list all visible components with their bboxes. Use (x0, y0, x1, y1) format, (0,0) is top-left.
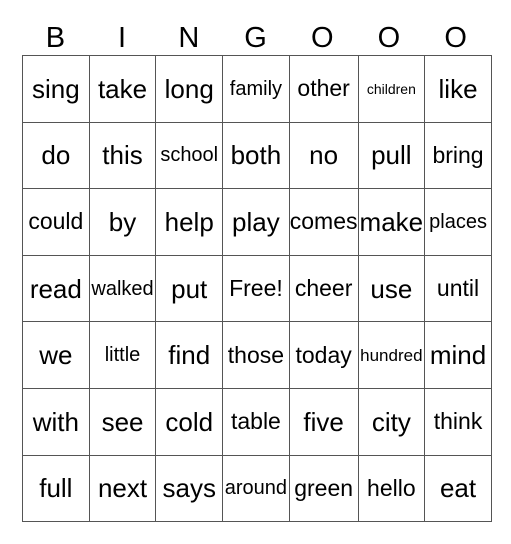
bingo-cell[interactable]: children (357, 55, 426, 123)
bingo-cell[interactable]: school (155, 121, 224, 190)
bingo-cell[interactable]: play (222, 188, 290, 256)
bingo-row: do this school both no pull bring (22, 121, 492, 190)
bingo-cell[interactable]: five (288, 387, 359, 456)
bingo-cell[interactable]: see (88, 387, 157, 456)
bingo-row: with see cold table five city think (22, 387, 492, 456)
bingo-cell[interactable]: eat (424, 454, 492, 523)
bingo-cell[interactable]: full (22, 454, 90, 523)
bingo-cell[interactable]: this (88, 121, 157, 190)
bingo-cell[interactable]: help (155, 188, 224, 256)
bingo-cell[interactable]: until (424, 254, 492, 323)
bingo-cell[interactable]: put (155, 254, 224, 323)
bingo-cell[interactable]: hello (357, 454, 426, 523)
bingo-cell[interactable]: table (222, 387, 290, 456)
bingo-cell[interactable]: mind (424, 321, 492, 389)
bingo-cell[interactable]: with (22, 387, 90, 456)
bingo-card: sing take long family other children like do thi… (22, 55, 492, 523)
bingo-cell[interactable]: cold (155, 387, 224, 456)
bingo-cell[interactable]: think (424, 387, 492, 456)
bingo-cell[interactable]: next (88, 454, 157, 523)
bingo-row: could by help play comes make places (22, 188, 492, 256)
bingo-cell[interactable]: city (357, 387, 426, 456)
header-letter: O (310, 22, 334, 54)
bingo-cell[interactable]: little (88, 321, 157, 389)
bingo-cell[interactable]: make (357, 188, 426, 256)
bingo-cell[interactable]: says (155, 454, 224, 523)
bingo-cell[interactable]: family (222, 55, 290, 123)
bingo-cell[interactable]: both (222, 121, 290, 190)
bingo-row: sing take long family other children like (22, 55, 492, 123)
bingo-cell[interactable]: by (88, 188, 157, 256)
bingo-cell[interactable]: cheer (288, 254, 359, 323)
bingo-cell[interactable]: walked (88, 254, 157, 323)
bingo-cell[interactable]: today (288, 321, 359, 389)
bingo-cell[interactable]: like (424, 55, 492, 123)
bingo-cell[interactable]: sing (22, 55, 90, 123)
header-letter: N (178, 22, 200, 54)
bingo-cell[interactable]: those (222, 321, 290, 389)
bingo-header: B I N G O O O (22, 22, 489, 55)
bingo-cell[interactable]: places (424, 188, 492, 256)
header-letter: G (244, 22, 267, 54)
free-space-cell[interactable]: Free! (222, 254, 290, 323)
header-letter: B (45, 22, 66, 54)
bingo-cell[interactable]: use (357, 254, 426, 323)
bingo-cell[interactable]: find (155, 321, 224, 389)
bingo-cell[interactable]: could (22, 188, 90, 256)
bingo-row: read walked put Free! cheer use until (22, 254, 492, 323)
bingo-cell[interactable]: bring (424, 121, 492, 190)
bingo-cell[interactable]: read (22, 254, 90, 323)
header-letter: O (377, 22, 401, 54)
bingo-cell[interactable]: we (22, 321, 90, 389)
bingo-cell[interactable]: long (155, 55, 224, 123)
bingo-cell[interactable]: comes (288, 188, 359, 256)
bingo-cell[interactable]: hundred (357, 321, 426, 389)
bingo-cell[interactable]: around (222, 454, 290, 523)
bingo-cell[interactable]: no (288, 121, 359, 190)
bingo-cell[interactable]: other (288, 55, 359, 123)
bingo-cell[interactable]: do (22, 121, 90, 190)
bingo-row: we little find those today hundred mind (22, 321, 492, 389)
bingo-cell[interactable]: green (288, 454, 359, 523)
bingo-row: full next says around green hello eat (22, 454, 492, 523)
bingo-cell[interactable]: pull (357, 121, 426, 190)
header-letter: I (118, 22, 127, 54)
bingo-cell[interactable]: take (88, 55, 157, 123)
header-letter: O (444, 22, 467, 54)
